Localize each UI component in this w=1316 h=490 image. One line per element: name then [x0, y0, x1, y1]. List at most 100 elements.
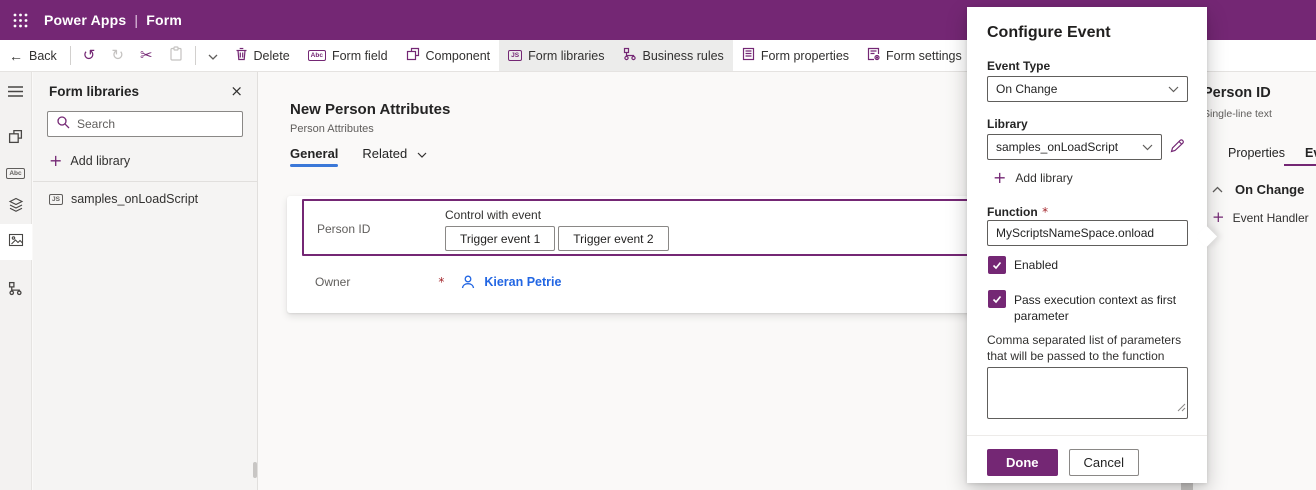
- trigger-event-2-button[interactable]: Trigger event 2: [558, 226, 669, 251]
- form-libraries-icon: JS: [508, 50, 523, 61]
- rail-item-form-libraries[interactable]: [0, 224, 32, 260]
- events-tab-underline: [1284, 164, 1316, 166]
- trash-icon: [235, 47, 248, 64]
- function-label: Function *: [987, 205, 1049, 219]
- form-properties-icon: [742, 47, 755, 64]
- js-file-icon: JS: [49, 193, 63, 205]
- dialog-footer: Done Cancel: [967, 435, 1207, 476]
- rail-item-tree-view[interactable]: [0, 190, 32, 224]
- form-properties-button[interactable]: Form properties: [733, 40, 858, 71]
- form-libraries-panel: Form libraries × + Add library JS sample…: [33, 72, 258, 490]
- plus-icon: +: [49, 151, 63, 170]
- rail-item-business-rules[interactable]: [0, 274, 32, 308]
- on-change-section-header[interactable]: On Change: [1212, 180, 1304, 198]
- form-settings-icon: [867, 47, 880, 64]
- dialog-add-library-button[interactable]: + Add library: [993, 170, 1073, 186]
- control-with-event-label: Control with event: [445, 208, 542, 222]
- close-icon[interactable]: ×: [230, 84, 243, 99]
- library-list-item[interactable]: JS samples_onLoadScript: [33, 182, 257, 216]
- business-rules-button[interactable]: Business rules: [613, 40, 733, 71]
- parameters-label: Comma separated list of parameters that …: [987, 333, 1182, 364]
- toolbar-divider: [69, 46, 71, 65]
- dialog-title: Configure Event: [987, 24, 1111, 41]
- owner-label: Owner: [315, 275, 351, 289]
- edit-library-button[interactable]: [1169, 137, 1186, 159]
- chevron-down-icon: [417, 146, 427, 161]
- configure-event-dialog: Configure Event Event Type On Change Lib…: [967, 7, 1218, 483]
- menu-toggle-button[interactable]: [0, 76, 32, 110]
- checked-checkbox-icon[interactable]: [988, 290, 1006, 308]
- parameters-textarea[interactable]: [988, 368, 1187, 418]
- field-properties-panel: Person ID Single-line text Properties Ev…: [1196, 72, 1316, 490]
- cut-button[interactable]: ✂: [132, 40, 161, 71]
- toolbar-divider: [194, 46, 196, 65]
- event-type-dropdown[interactable]: On Change: [987, 76, 1188, 102]
- cancel-button[interactable]: Cancel: [1068, 449, 1139, 476]
- canvas-scrollbar[interactable]: [1181, 482, 1193, 490]
- search-icon: [56, 115, 70, 134]
- selected-field-title: Person ID: [1203, 85, 1271, 101]
- form-name: New Person Attributes: [290, 101, 451, 118]
- app-launcher-waffle-icon[interactable]: [0, 0, 40, 40]
- owner-value-link[interactable]: Kieran Petrie: [484, 275, 561, 289]
- trigger-event-1-button[interactable]: Trigger event 1: [445, 226, 556, 251]
- delete-button[interactable]: Delete: [226, 40, 299, 71]
- rail-item-form-fields[interactable]: Abc: [0, 156, 32, 190]
- paste-icon: [169, 45, 183, 66]
- panel-scrollbar[interactable]: [253, 462, 257, 478]
- form-libraries-image-icon: [8, 233, 24, 252]
- business-rules-icon: [623, 47, 637, 64]
- undo-button[interactable]: ↺: [75, 40, 104, 71]
- panel-title: Form libraries: [49, 84, 140, 99]
- enabled-label: Enabled: [1014, 257, 1059, 272]
- enabled-checkbox-row[interactable]: Enabled: [988, 256, 1058, 274]
- library-dropdown[interactable]: samples_onLoadScript: [987, 134, 1162, 160]
- layers-icon: [8, 197, 24, 218]
- person-icon: [460, 274, 476, 290]
- required-asterisk: *: [438, 275, 445, 289]
- function-input[interactable]: [987, 220, 1188, 246]
- form-entity-name: Person Attributes: [290, 123, 374, 135]
- paste-button[interactable]: [161, 40, 191, 71]
- form-field-icon: Abc: [6, 167, 25, 179]
- plus-icon: +: [1212, 208, 1225, 226]
- pass-context-checkbox-row[interactable]: Pass execution context as first paramete…: [988, 290, 1180, 324]
- rail-item-components[interactable]: [0, 122, 32, 156]
- search-input[interactable]: [77, 117, 217, 131]
- field-label: Person ID: [317, 222, 371, 236]
- checked-checkbox-icon[interactable]: [988, 256, 1006, 274]
- component-icon: [8, 129, 23, 149]
- form-field-button[interactable]: Abc Form field: [299, 40, 397, 71]
- library-label: Library: [987, 117, 1028, 131]
- business-rules-icon: [8, 281, 23, 301]
- add-event-handler-button[interactable]: + Event Handler: [1212, 210, 1309, 225]
- tab-related[interactable]: Related: [362, 146, 427, 167]
- tab-general[interactable]: General: [290, 146, 339, 167]
- product-name[interactable]: Power Apps: [44, 12, 126, 28]
- chevron-down-icon: [208, 47, 218, 65]
- undo-icon: ↺: [82, 47, 96, 64]
- back-button[interactable]: ← Back: [0, 40, 66, 71]
- done-button[interactable]: Done: [987, 449, 1058, 476]
- pencil-icon: [1169, 139, 1186, 158]
- component-button[interactable]: Component: [397, 40, 500, 71]
- chevron-down-icon: [1168, 80, 1179, 98]
- selected-field-type: Single-line text: [1203, 108, 1272, 120]
- chevron-down-icon: [1142, 138, 1153, 156]
- page-title: Form: [146, 12, 183, 28]
- form-settings-button[interactable]: Form settings: [858, 40, 971, 71]
- redo-button[interactable]: ↻: [103, 40, 132, 71]
- required-asterisk: *: [1042, 205, 1049, 219]
- parameters-textarea-wrap: [987, 367, 1188, 419]
- form-libraries-button[interactable]: JS Form libraries: [499, 40, 614, 71]
- hamburger-icon: [8, 84, 23, 102]
- redo-icon: ↻: [111, 47, 124, 64]
- library-search-box[interactable]: [47, 111, 243, 137]
- add-library-button[interactable]: + Add library: [49, 153, 241, 169]
- cut-icon: ✂: [139, 47, 153, 64]
- pass-context-label: Pass execution context as first paramete…: [1014, 293, 1177, 324]
- clipboard-dropdown-button[interactable]: [200, 40, 226, 71]
- chevron-up-icon: [1212, 180, 1223, 198]
- form-field-icon: Abc: [307, 50, 326, 61]
- resize-handle[interactable]: [1177, 399, 1186, 417]
